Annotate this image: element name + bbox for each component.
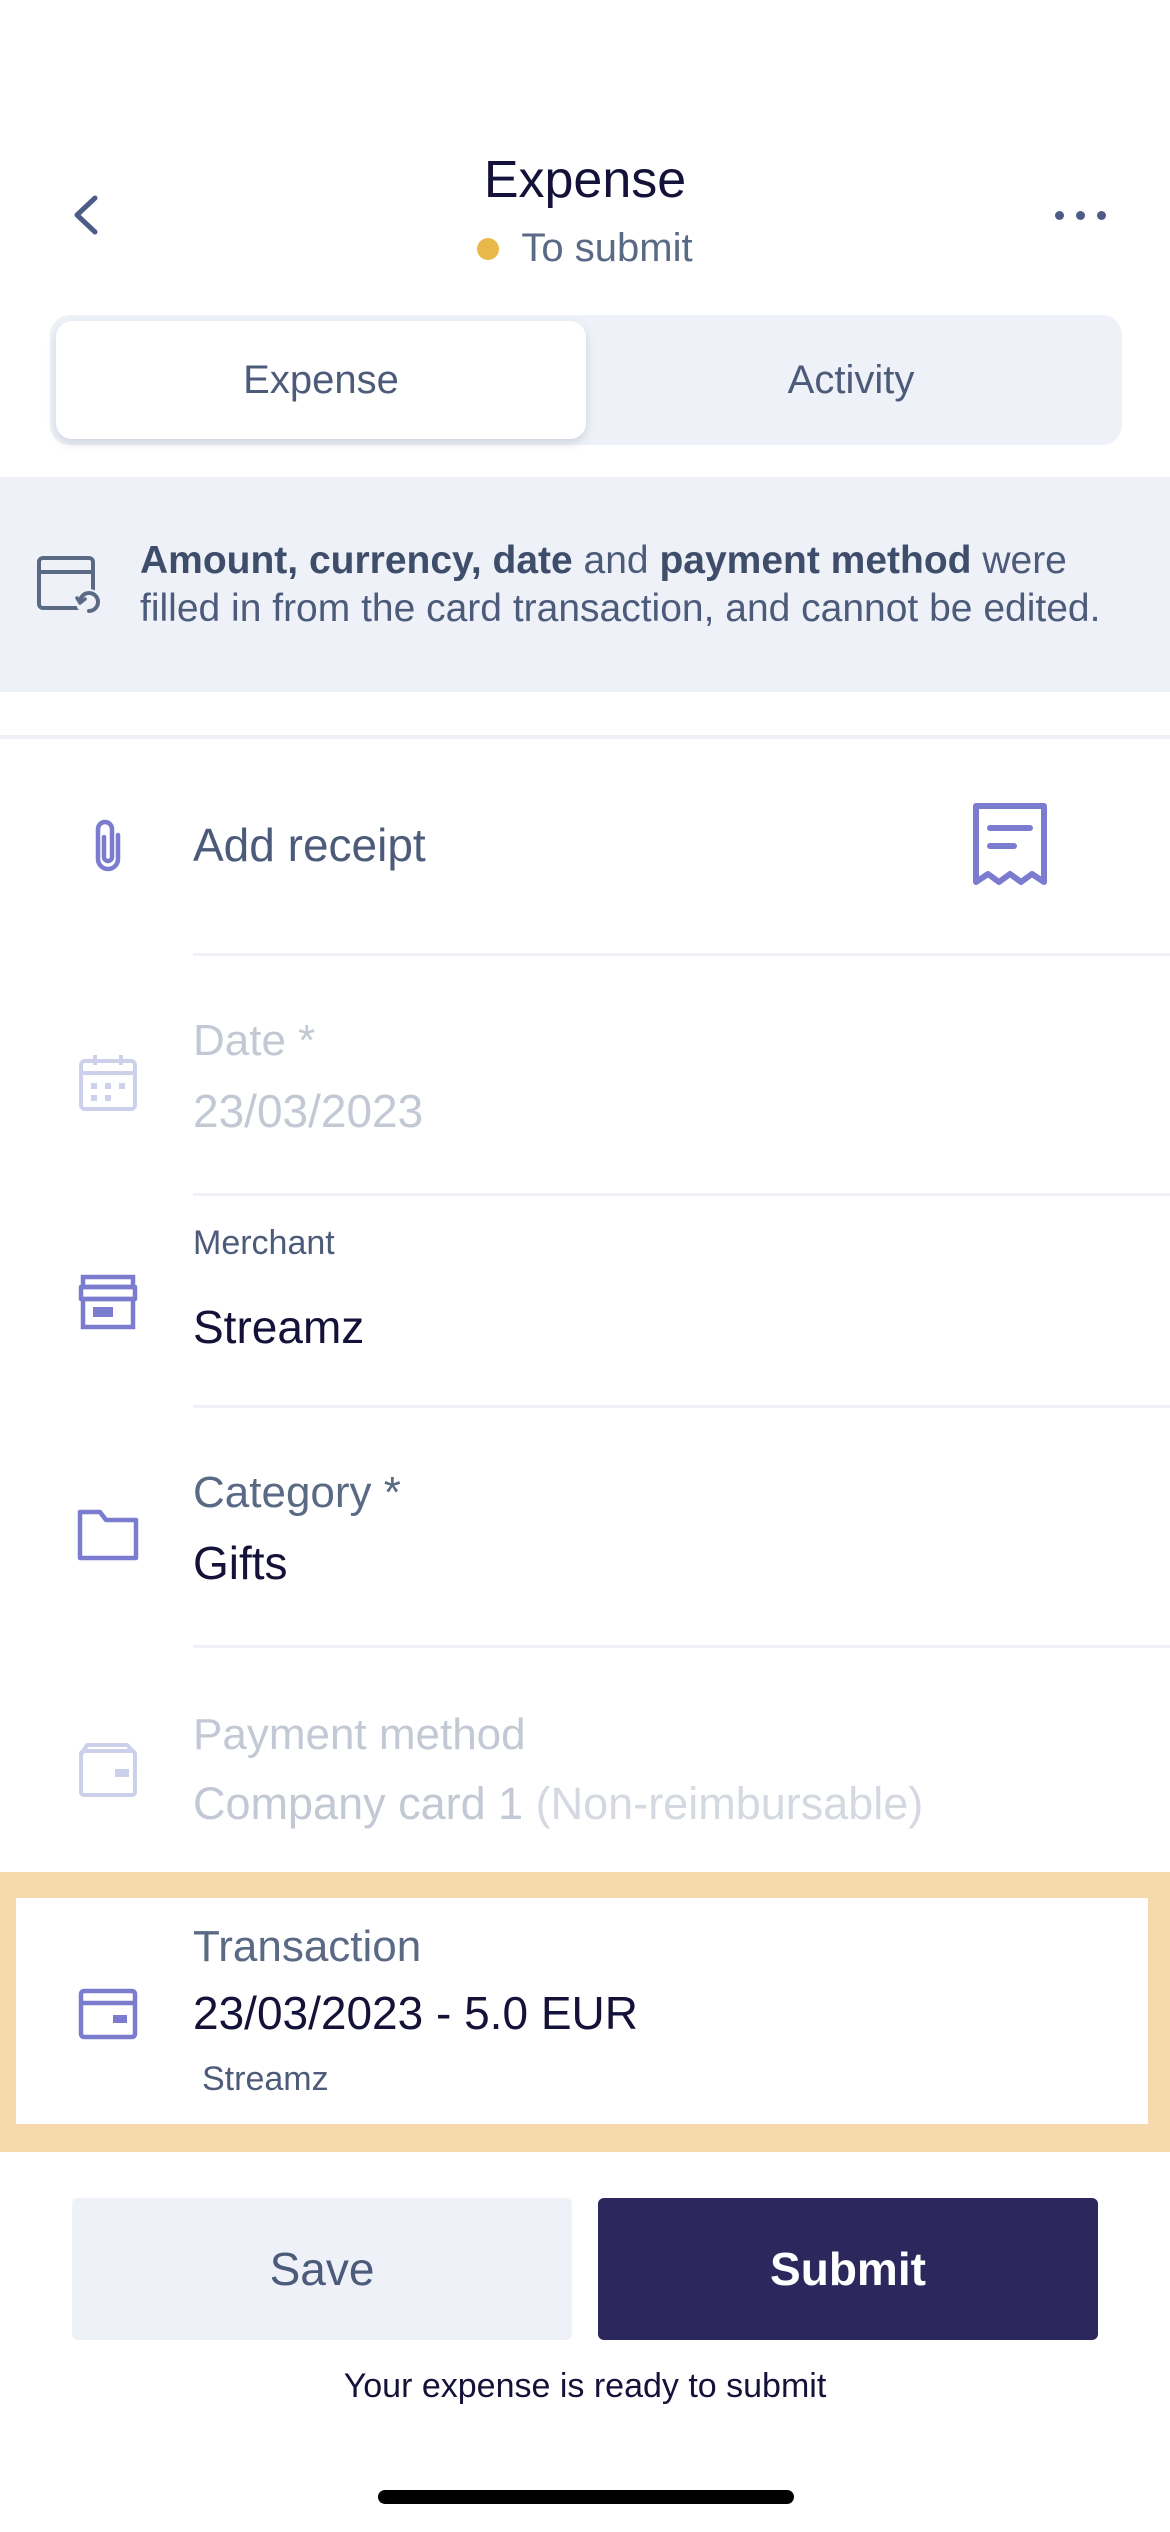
more-dot-icon xyxy=(1075,210,1085,220)
banner-bold-payment: payment method xyxy=(659,538,972,582)
payment-method-label: Payment method xyxy=(193,1710,526,1759)
wallet-icon xyxy=(72,1734,144,1806)
tab-expense[interactable]: Expense xyxy=(56,321,586,439)
more-dot-icon xyxy=(1054,210,1064,220)
transaction-highlight: Transaction 23/03/2023 - 5.0 EUR Streamz xyxy=(0,1872,1170,2152)
banner-text-and: and xyxy=(572,538,660,582)
home-indicator[interactable] xyxy=(378,2490,794,2504)
category-field-row[interactable]: Category * Gifts xyxy=(0,1408,1170,1648)
folder-icon xyxy=(72,1498,144,1570)
calendar-icon xyxy=(72,1046,144,1118)
payment-note: (Non-reimbursable) xyxy=(523,1778,924,1829)
payment-method-value: Company card 1 (Non-reimbursable) xyxy=(193,1778,923,1830)
tab-switcher: Expense Activity xyxy=(50,315,1122,445)
status-indicator: To submit xyxy=(0,226,1170,271)
store-icon xyxy=(72,1266,144,1338)
date-label: Date * xyxy=(193,1016,316,1065)
transaction-merchant: Streamz xyxy=(202,2060,329,2098)
receipt-icon[interactable] xyxy=(970,800,1050,890)
merchant-label: Merchant xyxy=(193,1224,335,1262)
transaction-row[interactable]: Transaction 23/03/2023 - 5.0 EUR Streamz xyxy=(16,1898,1148,2124)
category-label: Category * xyxy=(193,1468,401,1517)
header: Expense To submit xyxy=(0,0,1170,300)
payment-card-name: Company card 1 xyxy=(193,1778,524,1829)
ready-message: Your expense is ready to submit xyxy=(343,2367,827,2405)
divider xyxy=(0,735,1170,739)
payment-method-row: Payment method Company card 1 (Non-reimb… xyxy=(0,1648,1170,1872)
banner-message: Amount, currency, date and payment metho… xyxy=(140,537,1140,633)
status-text: To submit xyxy=(521,226,693,270)
submit-button[interactable]: Submit xyxy=(598,2198,1098,2340)
date-value: 23/03/2023 xyxy=(193,1085,424,1137)
page-title: Expense xyxy=(483,151,687,209)
save-button[interactable]: Save xyxy=(72,2198,572,2340)
paperclip-icon xyxy=(72,812,144,884)
category-value: Gifts xyxy=(193,1537,288,1589)
transaction-label: Transaction xyxy=(193,1922,422,1971)
merchant-field-row[interactable]: Merchant Streamz xyxy=(0,1196,1170,1408)
status-dot xyxy=(477,237,500,260)
transaction-value: 23/03/2023 - 5.0 EUR xyxy=(193,1987,638,2039)
more-options-button[interactable] xyxy=(1040,190,1120,240)
info-banner: Amount, currency, date and payment metho… xyxy=(0,477,1170,692)
tab-activity[interactable]: Activity xyxy=(586,321,1116,439)
banner-bold-fields: Amount, currency, date xyxy=(140,538,573,582)
date-field-row: Date * 23/03/2023 xyxy=(0,956,1170,1196)
merchant-value: Streamz xyxy=(193,1301,365,1353)
card-icon xyxy=(72,1978,144,2050)
more-dot-icon xyxy=(1096,210,1106,220)
add-receipt-label: Add receipt xyxy=(193,819,426,871)
card-sync-icon xyxy=(0,554,140,616)
